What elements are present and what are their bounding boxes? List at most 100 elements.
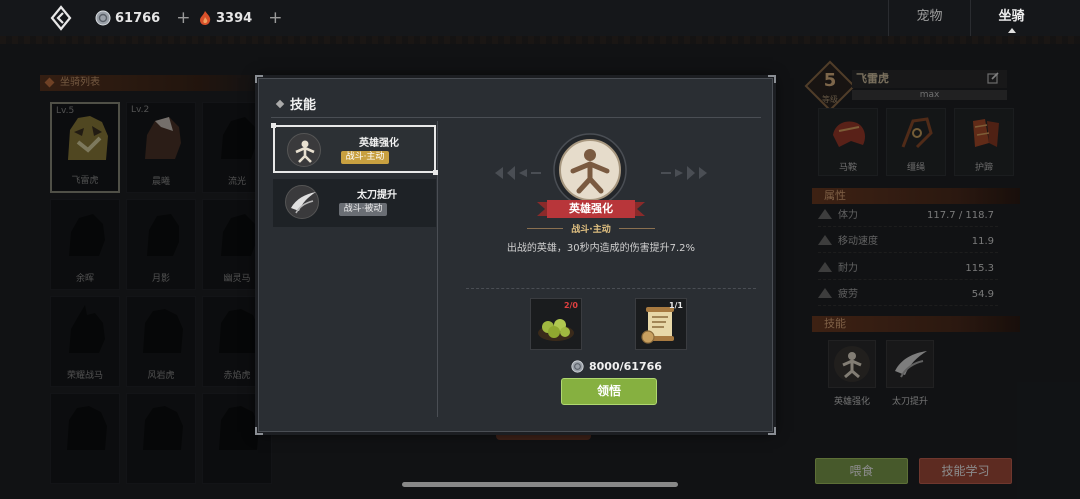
mount-grid: Lv.5 飞雷虎 Lv.2 晨曦 流光 余晖 月影 幽灵马 荣耀战马 风岩虎 赤… [50,102,276,484]
hero-boost-skill-icon [828,340,876,388]
skill-learn-button[interactable]: 技能学习 [919,458,1012,484]
gem-amount: 3394 [216,10,253,26]
equipment-saddle[interactable]: 马鞍 [818,108,878,176]
tiger-silhouette-icon [219,309,259,353]
feed-button[interactable]: 喂食 [815,458,908,484]
tiger-portrait-icon [68,116,108,160]
stat-row: 体力 117.7 / 118.7 [818,205,998,227]
horse-silhouette-icon [69,214,105,256]
mount-card[interactable]: 月影 [126,199,196,290]
silver-currency: 61766 + [95,8,190,28]
add-silver-button[interactable]: + [176,8,190,28]
modal-divider [271,117,761,118]
mount-skill-slot[interactable]: 太刀提升 [886,340,934,408]
mount-name: 余晖 [75,274,94,284]
reins-icon [901,117,933,149]
flame-gem-icon [200,11,211,25]
home-indicator[interactable] [402,482,678,487]
stamina-icon [818,209,832,219]
beast-silhouette-icon [67,406,107,450]
mount-level-number: 5 [823,70,837,91]
tiger-silhouette-icon [143,309,183,353]
horse-silhouette-icon [221,117,257,159]
equipment-label: 马鞍 [838,163,857,173]
material-slot[interactable]: 1/1 [635,298,687,350]
skill-item-katana-boost[interactable]: 太刀提升 战斗·被动 [273,179,436,227]
detail-divider [466,288,756,289]
mount-level-label: 等级 [822,95,838,104]
selected-skill-description: 出战的英雄，30秒内造成的伤害提升7.2% [506,243,696,254]
mount-card[interactable]: 余晖 [50,199,120,290]
modal-title: 技能 [277,94,316,113]
mount-skill-slot[interactable]: 英雄强化 [828,340,876,408]
selected-skill-name: 英雄强化 [569,202,613,215]
skill-name: 太刀提升 [357,190,397,201]
edit-icon[interactable] [987,72,999,84]
tab-pets[interactable]: 宠物 [888,0,970,36]
cost-amount: 8000/61766 [589,359,662,373]
equipment-label: 缰绳 [906,163,925,173]
beast-silhouette-icon [143,406,183,450]
stat-value: 11.9 [971,236,994,247]
mount-card[interactable]: 荣耀战马 [50,296,120,387]
silver-coin-icon [95,10,111,26]
attributes-header: 属性 [812,188,1020,204]
mount-name: 晨曦 [151,177,170,187]
mount-skill-label: 太刀提升 [891,397,928,407]
skill-type-badge: 战斗·被动 [339,203,387,216]
material-count: 2/0 [563,301,578,310]
ornament-left-icon [495,166,541,180]
fatigue-icon [818,288,832,298]
add-gem-button[interactable]: + [268,8,282,28]
stat-label: 体力 [838,210,858,221]
mount-card[interactable] [126,393,196,484]
modal-corner [768,427,776,435]
selected-skill-type: 战斗·主动 [521,222,661,235]
comprehend-button[interactable]: 领悟 [561,378,657,405]
mount-card[interactable]: 风岩虎 [126,296,196,387]
skill-name: 英雄强化 [359,138,399,149]
endurance-icon [818,262,832,272]
equipment-label: 护蹄 [974,163,993,173]
unicorn-silhouette-icon [69,305,105,353]
mount-name-title: 飞雷虎 [852,70,1007,88]
skill-list: 英雄强化 战斗·主动 太刀提升 战斗·被动 [271,121,438,417]
mount-skill-label: 英雄强化 [833,397,870,407]
equipment-row: 马鞍 缰绳 护蹄 [818,108,1014,176]
silver-coin-icon [571,359,584,373]
speed-icon [818,235,832,245]
equipment-hoof-guard[interactable]: 护蹄 [954,108,1014,176]
skill-detail-panel: 英雄强化 战斗·主动 出战的英雄，30秒内造成的伤害提升7.2% 2/0 1/1 [441,121,761,417]
skill-type-badge: 战斗·主动 [341,151,389,164]
material-slot[interactable]: 2/0 [530,298,582,350]
level-max-bar: max [852,90,1007,100]
mount-card[interactable] [50,393,120,484]
katana-boost-skill-icon [285,185,319,219]
tab-mounts[interactable]: 坐骑 [970,0,1052,36]
skill-item-hero-boost[interactable]: 英雄强化 战斗·主动 [271,123,438,175]
saddle-icon [833,121,865,147]
mount-card[interactable]: Lv.5 飞雷虎 [50,102,120,193]
skills-header: 技能 [812,316,1020,332]
silver-amount: 61766 [115,10,161,26]
stat-label: 疲劳 [838,289,858,300]
stat-value: 117.7 / 118.7 [927,210,994,221]
skill-modal: 技能 英雄强化 战斗·主动 太刀提升 战斗·被动 英雄强化 战斗·主动 出战的英… [255,75,776,435]
mount-name: 荣耀战马 [66,371,103,381]
modal-corner [768,75,776,83]
stat-row: 移动速度 11.9 [818,231,998,253]
stat-label: 耐力 [838,263,858,274]
stat-row: 耐力 115.3 [818,258,998,280]
back-icon[interactable] [50,5,72,31]
top-bar: 61766 + 3394 + 宠物 坐骑 [0,0,1080,36]
mount-card[interactable]: Lv.2 晨曦 [126,102,196,193]
stat-label: 移动速度 [838,236,878,247]
mount-name: 月影 [151,274,170,284]
equipment-reins[interactable]: 缰绳 [886,108,946,176]
material-count: 1/1 [668,301,683,310]
horse-portrait-icon [145,117,181,159]
mount-name: 风岩虎 [147,371,175,381]
mount-list-header: 坐骑列表 [40,75,268,91]
katana-boost-skill-icon [886,340,934,388]
hero-boost-skill-icon [287,133,321,167]
